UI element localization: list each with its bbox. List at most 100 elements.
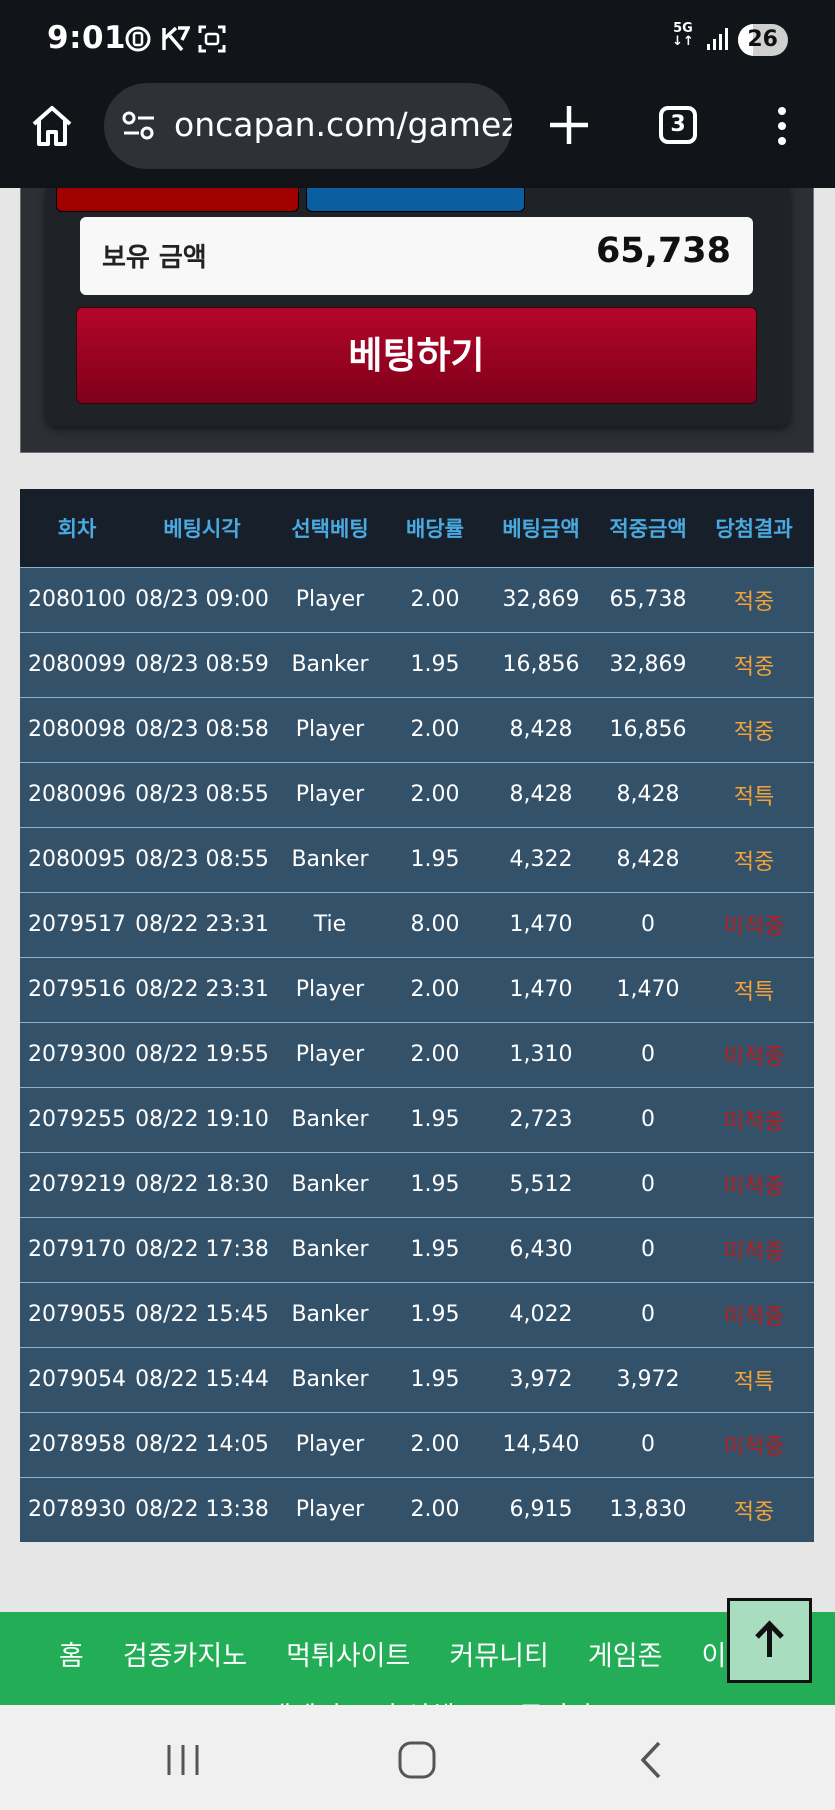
cell-odds: 1.95 [390, 1281, 480, 1347]
table-row: 2079255 08/22 19:10 Banker 1.95 2,723 0 미적중 [20, 1086, 814, 1152]
cell-bet-amount: 32,869 [480, 566, 602, 632]
cell-selection: Banker [270, 1151, 390, 1217]
cell-result: 미적중 [694, 1021, 814, 1087]
scroll-to-top-button[interactable] [727, 1598, 812, 1683]
footer-link-home[interactable]: 홈 [59, 1634, 84, 1673]
table-row: 2080099 08/23 08:59 Banker 1.95 16,856 32,869… [20, 631, 814, 697]
system-navigation-bar [0, 1705, 835, 1810]
footer-link-support[interactable]: 고객센터 [242, 1695, 341, 1705]
cell-bet-time: 08/22 15:44 [134, 1346, 270, 1412]
cell-win-amount: 16,856 [602, 696, 694, 762]
table-header-row: 회차 베팅시각 선택베팅 배당률 베팅금액 적중금액 당첨결과 [20, 489, 814, 567]
home-nav-icon[interactable] [392, 1735, 442, 1785]
tab-switcher-button[interactable]: 3 [659, 106, 697, 144]
balance-label: 보유 금액 [102, 243, 207, 273]
header-result: 당첨결과 [715, 516, 793, 541]
cell-result: 미적중 [694, 1411, 814, 1477]
cell-round: 2079170 [20, 1216, 134, 1282]
banker-bet-button[interactable] [306, 188, 525, 212]
cell-selection: Player [270, 566, 390, 632]
cell-win-amount: 32,869 [602, 631, 694, 697]
cell-selection: Banker [270, 826, 390, 892]
cell-win-amount: 0 [602, 891, 694, 957]
status-time: 9:01 [47, 20, 127, 56]
url-bar[interactable]: oncapan.com/gamez [104, 83, 512, 169]
cell-win-amount: 65,738 [602, 566, 694, 632]
table-row: 2079516 08/22 23:31 Player 2.00 1,470 1,470 적특 [20, 956, 814, 1022]
cell-win-amount: 1,470 [602, 956, 694, 1022]
cell-win-amount: 0 [602, 1151, 694, 1217]
footer-link-community[interactable]: 커뮤니티 [449, 1634, 548, 1673]
cell-bet-time: 08/22 23:31 [134, 891, 270, 957]
table-row: 2079219 08/22 18:30 Banker 1.95 5,512 0 미적중 [20, 1151, 814, 1217]
cell-odds: 2.00 [390, 696, 480, 762]
cell-win-amount: 13,830 [602, 1476, 694, 1542]
footer-nav-row: 고객센터 출석체크 공지장 [0, 1695, 835, 1705]
footer-link-attendance[interactable]: 출석체크 [380, 1695, 479, 1705]
cell-selection: Banker [270, 1086, 390, 1152]
cell-selection: Player [270, 761, 390, 827]
cell-result: 미적중 [694, 1216, 814, 1282]
app-notification-icon [162, 26, 190, 52]
cell-odds: 2.00 [390, 956, 480, 1022]
table-body: 2080100 08/23 09:00 Player 2.00 32,869 65,738… [20, 566, 814, 1542]
header-selection: 선택베팅 [291, 516, 369, 541]
footer-link-game-zone[interactable]: 게임존 [588, 1634, 663, 1673]
footer-link-scam-sites[interactable]: 먹튀사이트 [286, 1634, 410, 1673]
cell-odds: 1.95 [390, 1086, 480, 1152]
site-settings-icon[interactable] [122, 111, 156, 141]
battery-level: 26 [747, 27, 778, 52]
player-bet-button[interactable] [56, 188, 299, 212]
cell-win-amount: 8,428 [602, 761, 694, 827]
url-text[interactable]: oncapan.com/gamez [174, 105, 512, 144]
cell-bet-time: 08/22 18:30 [134, 1151, 270, 1217]
cell-odds: 2.00 [390, 1021, 480, 1087]
more-options-icon[interactable] [770, 106, 794, 146]
cell-bet-amount: 6,430 [480, 1216, 602, 1282]
header-bet-time: 베팅시각 [163, 516, 241, 541]
table-row: 2080095 08/23 08:55 Banker 1.95 4,322 8,428 적중 [20, 826, 814, 892]
cell-bet-amount: 14,540 [480, 1411, 602, 1477]
cell-odds: 1.95 [390, 826, 480, 892]
recent-apps-icon[interactable] [158, 1735, 208, 1785]
footer-link-notice[interactable]: 공지장 [519, 1695, 594, 1705]
cell-win-amount: 8,428 [602, 826, 694, 892]
header-odds: 배당률 [406, 516, 464, 541]
cell-selection: Player [270, 956, 390, 1022]
cell-odds: 2.00 [390, 566, 480, 632]
cell-bet-amount: 8,428 [480, 761, 602, 827]
home-icon[interactable] [30, 104, 74, 148]
cell-selection: Tie [270, 891, 390, 957]
status-bar: 9:01 5G ↓↑ 26 [0, 0, 835, 80]
cell-bet-amount: 4,322 [480, 826, 602, 892]
cell-result: 적중 [694, 631, 814, 697]
cell-round: 2079055 [20, 1281, 134, 1347]
cell-bet-time: 08/22 19:55 [134, 1021, 270, 1087]
table-row: 2078930 08/22 13:38 Player 2.00 6,915 13,830 적… [20, 1476, 814, 1542]
cell-selection: Banker [270, 631, 390, 697]
arrow-up-icon [755, 1620, 784, 1657]
cell-result: 미적중 [694, 1086, 814, 1152]
cell-round: 2079517 [20, 891, 134, 957]
cell-round: 2078930 [20, 1476, 134, 1542]
place-bet-button[interactable]: 베팅하기 [76, 307, 757, 404]
cell-bet-time: 08/23 08:55 [134, 826, 270, 892]
cell-bet-time: 08/23 09:00 [134, 566, 270, 632]
bet-history-table: 회차 베팅시각 선택베팅 배당률 베팅금액 적중금액 당첨결과 2080100 0… [20, 489, 814, 1542]
cell-result: 적특 [694, 1346, 814, 1412]
cell-round: 2080096 [20, 761, 134, 827]
cell-bet-amount: 3,972 [480, 1346, 602, 1412]
cell-result: 적중 [694, 696, 814, 762]
new-tab-icon[interactable] [546, 102, 592, 148]
footer-link-verified-casino[interactable]: 검증카지노 [123, 1634, 247, 1673]
cell-result: 적중 [694, 566, 814, 632]
notification-icon [125, 26, 151, 52]
screenshot-icon [198, 25, 226, 53]
cell-win-amount: 0 [602, 1411, 694, 1477]
cell-round: 2079300 [20, 1021, 134, 1087]
back-icon[interactable] [627, 1735, 677, 1785]
cell-bet-time: 08/23 08:59 [134, 631, 270, 697]
cell-bet-amount: 5,512 [480, 1151, 602, 1217]
cell-win-amount: 0 [602, 1281, 694, 1347]
cell-odds: 1.95 [390, 1346, 480, 1412]
